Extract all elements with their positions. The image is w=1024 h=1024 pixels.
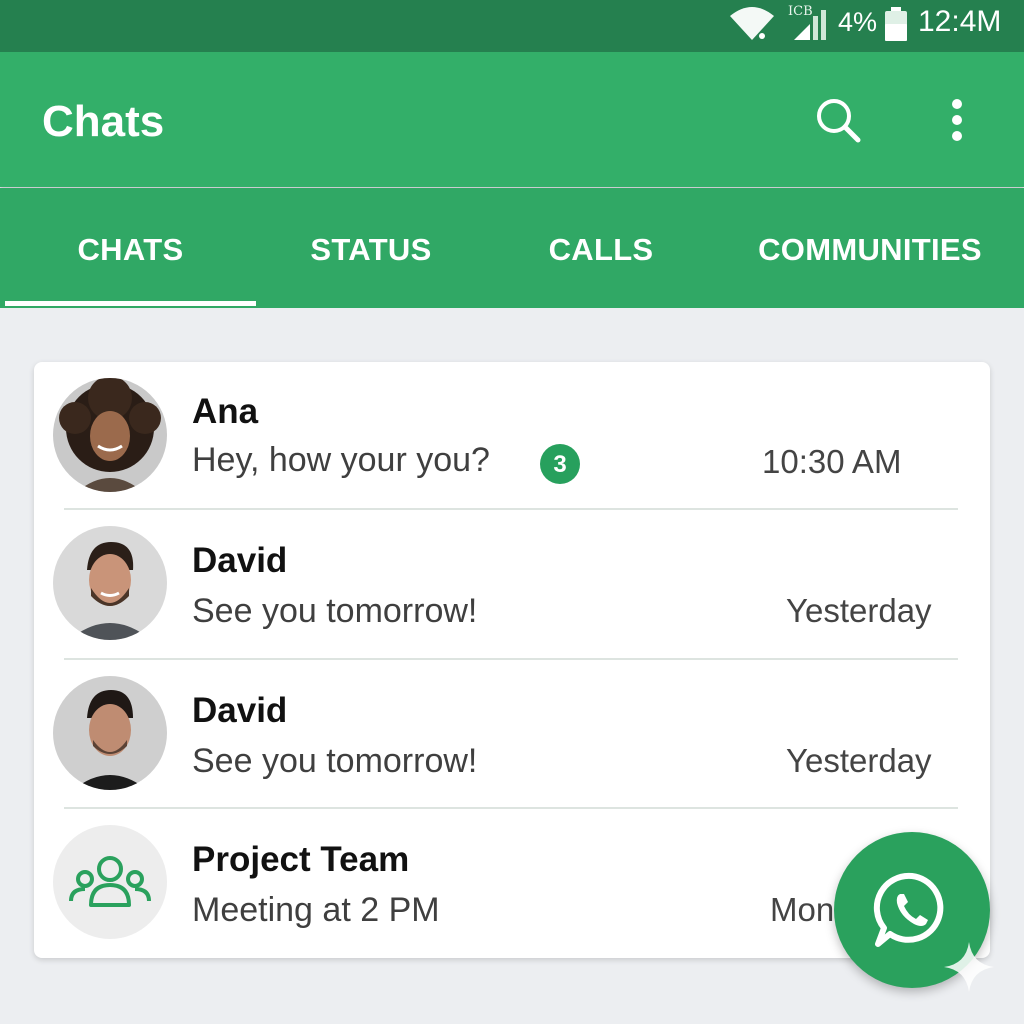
avatar-photo-icon	[53, 526, 167, 640]
chat-row-david[interactable]: David See you tomorrow! Yesterday	[34, 510, 990, 660]
status-time: 12:4M	[918, 5, 1002, 38]
chat-name: Project Team	[192, 840, 410, 879]
avatar-photo-icon	[53, 676, 167, 790]
battery-icon	[885, 7, 907, 41]
app-bar: Chats	[0, 52, 1024, 187]
avatar-photo-icon	[53, 378, 167, 492]
tab-communities[interactable]: COMMUNITIES	[716, 188, 1024, 308]
chat-preview: See you tomorrow!	[192, 742, 478, 780]
chat-name: Ana	[192, 392, 259, 431]
battery-percent: 4%	[838, 7, 878, 37]
whatsapp-chat-icon	[873, 872, 944, 947]
tab-status[interactable]: STATUS	[256, 188, 486, 308]
signal-icon	[794, 10, 826, 40]
search-icon[interactable]	[810, 92, 866, 148]
tab-chats[interactable]: CHATS	[5, 188, 256, 308]
chat-name: David	[192, 691, 288, 730]
chat-name: David	[192, 541, 288, 580]
unread-count-badge: 3	[540, 444, 580, 484]
sparkle-icon	[944, 942, 994, 992]
status-bar: ICB 4% 12:4M	[0, 0, 1024, 52]
tab-calls[interactable]: CALLS	[486, 188, 716, 308]
chat-time: Mon	[770, 891, 835, 928]
chat-preview: Hey, how your you?	[192, 441, 490, 479]
chat-time: Yesterday	[786, 592, 932, 629]
chat-row-david[interactable]: David See you tomorrow! Yesterday	[34, 660, 990, 810]
chat-time: Yesterday	[786, 742, 932, 779]
chat-preview: See you tomorrow!	[192, 592, 478, 630]
wifi-icon	[730, 7, 774, 40]
chat-time: 10:30 AM	[762, 443, 902, 480]
selected-tab-indicator	[5, 301, 256, 306]
more-vert-icon[interactable]	[935, 90, 979, 150]
tab-bar: CHATS STATUS CALLS COMMUNITIES	[0, 188, 1024, 308]
chat-row-ana[interactable]: Ana Hey, how your you? 3 10:30 AM	[34, 362, 990, 510]
group-icon	[53, 825, 167, 939]
page-title: Chats	[42, 97, 165, 146]
chat-preview: Meeting at 2 PM	[192, 891, 440, 929]
